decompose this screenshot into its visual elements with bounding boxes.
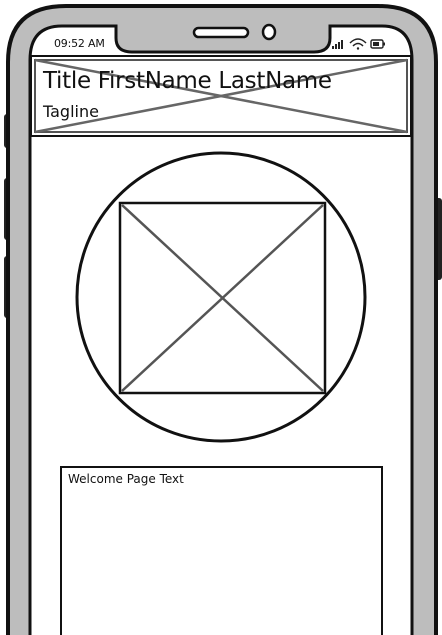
front-camera [261,23,277,41]
hero-profile [75,151,367,443]
welcome-page-text: Welcome Page Text [68,472,184,486]
phone-frame [4,3,442,635]
welcome-text-box [60,466,383,635]
earpiece-speaker [192,26,250,39]
wireframe-stage: 09:52 AM Title FirstName LastName Taglin… [0,0,442,635]
status-time: 09:52 AM [54,37,105,50]
page-tagline: Tagline [43,102,99,121]
page-title: Title FirstName LastName [43,68,332,94]
